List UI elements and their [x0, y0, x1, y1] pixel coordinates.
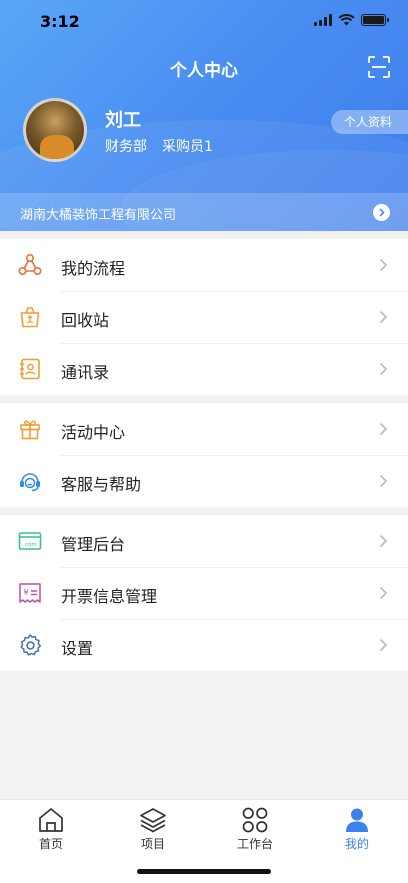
tab-label: 项目: [140, 837, 165, 851]
home-icon: [39, 808, 63, 832]
tab-home[interactable]: 首页: [11, 806, 91, 852]
tab-label: 我的: [344, 837, 369, 851]
page-title: 个人中心: [170, 61, 238, 81]
menu-item-label: 设置: [61, 639, 94, 658]
invoice-icon: ¥: [19, 583, 41, 603]
menu-group-2: 活动中心 客服与帮助: [0, 403, 408, 507]
menu-item-contacts[interactable]: 通讯录: [0, 343, 408, 395]
company-name: 湖南大橘装饰工程有限公司: [20, 208, 177, 223]
menu-group-3: .com 管理后台 ¥ 开票信息管理 设置: [0, 515, 408, 671]
menu-item-my-process[interactable]: 我的流程: [0, 239, 408, 291]
tab-mine[interactable]: 我的: [317, 806, 397, 852]
user-name: 刘工: [105, 110, 141, 131]
user-role: 采购员1: [162, 139, 213, 155]
profile-header: 3:12 个人中心 刘工 财务部 采购员1 个人资料 湖南大橘装饰工程有限公司: [0, 0, 408, 231]
recycle-bin-icon: [20, 307, 40, 328]
contacts-icon: [20, 358, 40, 380]
tab-workbench[interactable]: 工作台: [215, 806, 295, 852]
battery-icon: [361, 14, 389, 26]
workbench-icon: [242, 807, 268, 833]
menu-item-label: 管理后台: [61, 535, 126, 554]
tab-label: 工作台: [236, 837, 273, 851]
scan-icon[interactable]: [368, 56, 390, 78]
menu-item-customer-service[interactable]: 客服与帮助: [0, 455, 408, 507]
menu-item-activity-center[interactable]: 活动中心: [0, 403, 408, 455]
chevron-right-icon: [379, 638, 388, 652]
status-time: 3:12: [40, 12, 80, 31]
wifi-icon: [338, 14, 355, 26]
company-selector[interactable]: 湖南大橘装饰工程有限公司: [0, 193, 408, 231]
svg-text:.com: .com: [23, 542, 37, 548]
cellular-signal-icon: [314, 14, 332, 26]
menu-item-label: 通讯录: [61, 363, 110, 382]
svg-text:¥: ¥: [23, 588, 28, 597]
headset-icon: [20, 473, 40, 492]
chevron-right-icon: [379, 474, 388, 488]
menu-item-label: 开票信息管理: [61, 587, 158, 606]
process-icon: [18, 253, 42, 276]
menu-item-label: 回收站: [61, 311, 110, 330]
menu-item-recycle-bin[interactable]: 回收站: [0, 291, 408, 343]
menu-item-label: 活动中心: [61, 423, 126, 442]
menu-item-label: 我的流程: [61, 259, 126, 278]
status-icons: [314, 14, 389, 26]
menu-item-invoice-management[interactable]: ¥ 开票信息管理: [0, 567, 408, 619]
chevron-right-icon: [379, 362, 388, 376]
gear-icon: [20, 634, 42, 656]
gift-icon: [20, 420, 40, 440]
chevron-right-icon: [379, 586, 388, 600]
menu-group-1: 我的流程 回收站 通讯录: [0, 239, 408, 395]
chevron-right-icon: [379, 422, 388, 436]
chevron-right-icon: [379, 534, 388, 548]
status-bar: 3:12: [0, 0, 408, 44]
avatar[interactable]: [23, 98, 87, 162]
profile-button[interactable]: 个人资料: [331, 110, 408, 134]
chevron-right-icon: [379, 258, 388, 272]
menu-item-admin-console[interactable]: .com 管理后台: [0, 515, 408, 567]
menu-item-settings[interactable]: 设置: [0, 619, 408, 671]
menu-item-label: 客服与帮助: [61, 475, 142, 494]
user-department: 财务部: [105, 139, 147, 155]
tab-label: 首页: [38, 837, 63, 851]
admin-icon: .com: [18, 532, 42, 550]
chevron-right-icon: [379, 310, 388, 324]
layers-icon: [140, 808, 166, 833]
tab-projects[interactable]: 项目: [113, 806, 193, 852]
user-icon: [346, 808, 368, 832]
chevron-right-icon: [373, 204, 390, 221]
home-indicator: [137, 869, 271, 874]
